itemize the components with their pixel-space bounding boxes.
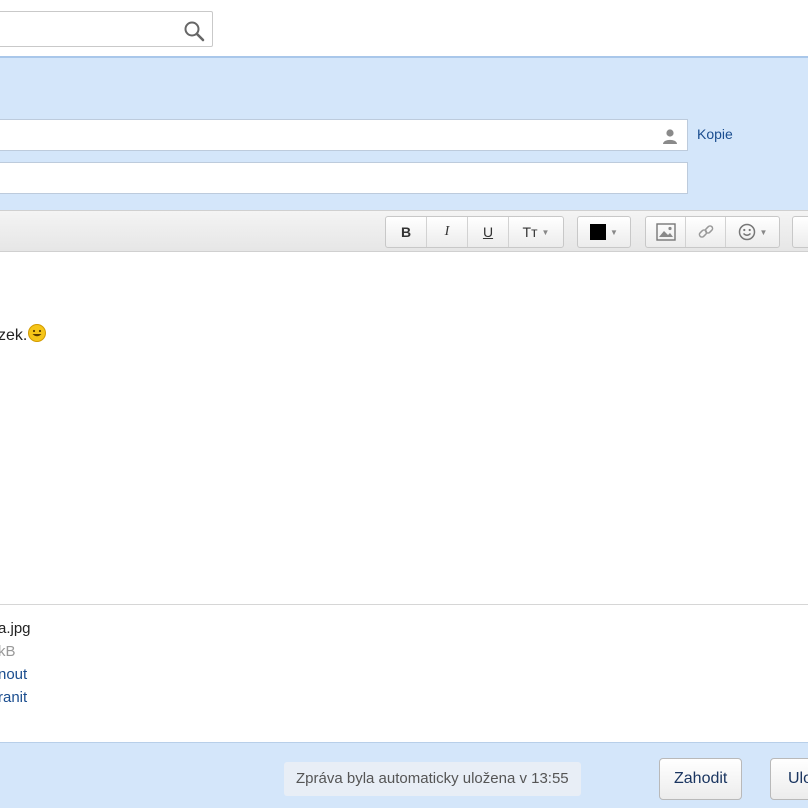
link-icon xyxy=(698,225,713,238)
image-icon xyxy=(655,223,676,241)
text-color-button[interactable]: ▼ xyxy=(578,217,630,247)
more-button[interactable] xyxy=(793,217,808,247)
contact-icon[interactable] xyxy=(661,127,679,145)
more-group xyxy=(792,216,808,248)
attachment-size: kB xyxy=(0,643,16,660)
attachment-remove-link[interactable]: nout xyxy=(0,666,27,683)
insert-link-button[interactable] xyxy=(686,217,726,247)
chevron-down-icon: ▼ xyxy=(541,227,550,237)
message-text: zek. xyxy=(0,324,47,345)
insert-image-button[interactable] xyxy=(646,217,686,247)
top-bar xyxy=(0,0,808,56)
autosave-status: Zpráva byla automaticky uložena v 13:55 xyxy=(284,762,581,796)
message-editor[interactable]: zek. xyxy=(0,252,808,604)
chevron-down-icon: ▼ xyxy=(759,227,768,237)
emoticon-icon xyxy=(28,324,47,342)
attachment-save-link[interactable]: ranit xyxy=(0,689,27,706)
color-group: ▼ xyxy=(577,216,631,248)
underline-button[interactable]: U xyxy=(468,217,509,247)
font-size-button[interactable]: Tт ▼ xyxy=(509,217,563,247)
discard-button[interactable]: Zahodit xyxy=(659,758,743,800)
emoticon-button[interactable]: ▼ xyxy=(726,217,779,247)
color-swatch-icon xyxy=(590,224,607,240)
cc-link[interactable]: Kopie xyxy=(697,126,733,142)
font-size-label: Tт xyxy=(522,224,538,240)
save-button[interactable]: Ulo xyxy=(770,758,808,800)
italic-button[interactable]: I xyxy=(427,217,468,247)
insert-group: ▼ xyxy=(645,216,780,248)
attachments-panel: a.jpg kB nout ranit xyxy=(0,604,808,742)
text-style-group: B I U Tт ▼ xyxy=(385,216,564,248)
bold-button[interactable]: B xyxy=(386,217,427,247)
formatting-toolbar: B I U Tт ▼ ▼ ▼ xyxy=(0,210,808,252)
recipient-input[interactable] xyxy=(0,120,637,148)
message-body: zek. xyxy=(0,327,28,344)
compose-header: Kopie xyxy=(0,56,808,210)
chevron-down-icon: ▼ xyxy=(610,227,618,237)
search-input[interactable] xyxy=(3,16,173,42)
search-icon[interactable] xyxy=(182,19,206,43)
search-box[interactable] xyxy=(0,11,213,47)
compose-footer: Zpráva byla automaticky uložena v 13:55 … xyxy=(0,742,808,808)
subject-field[interactable] xyxy=(0,162,688,194)
smiley-icon xyxy=(738,223,755,241)
attachment-filename: a.jpg xyxy=(0,620,31,637)
subject-input[interactable] xyxy=(0,163,637,191)
recipient-field[interactable] xyxy=(0,119,688,151)
